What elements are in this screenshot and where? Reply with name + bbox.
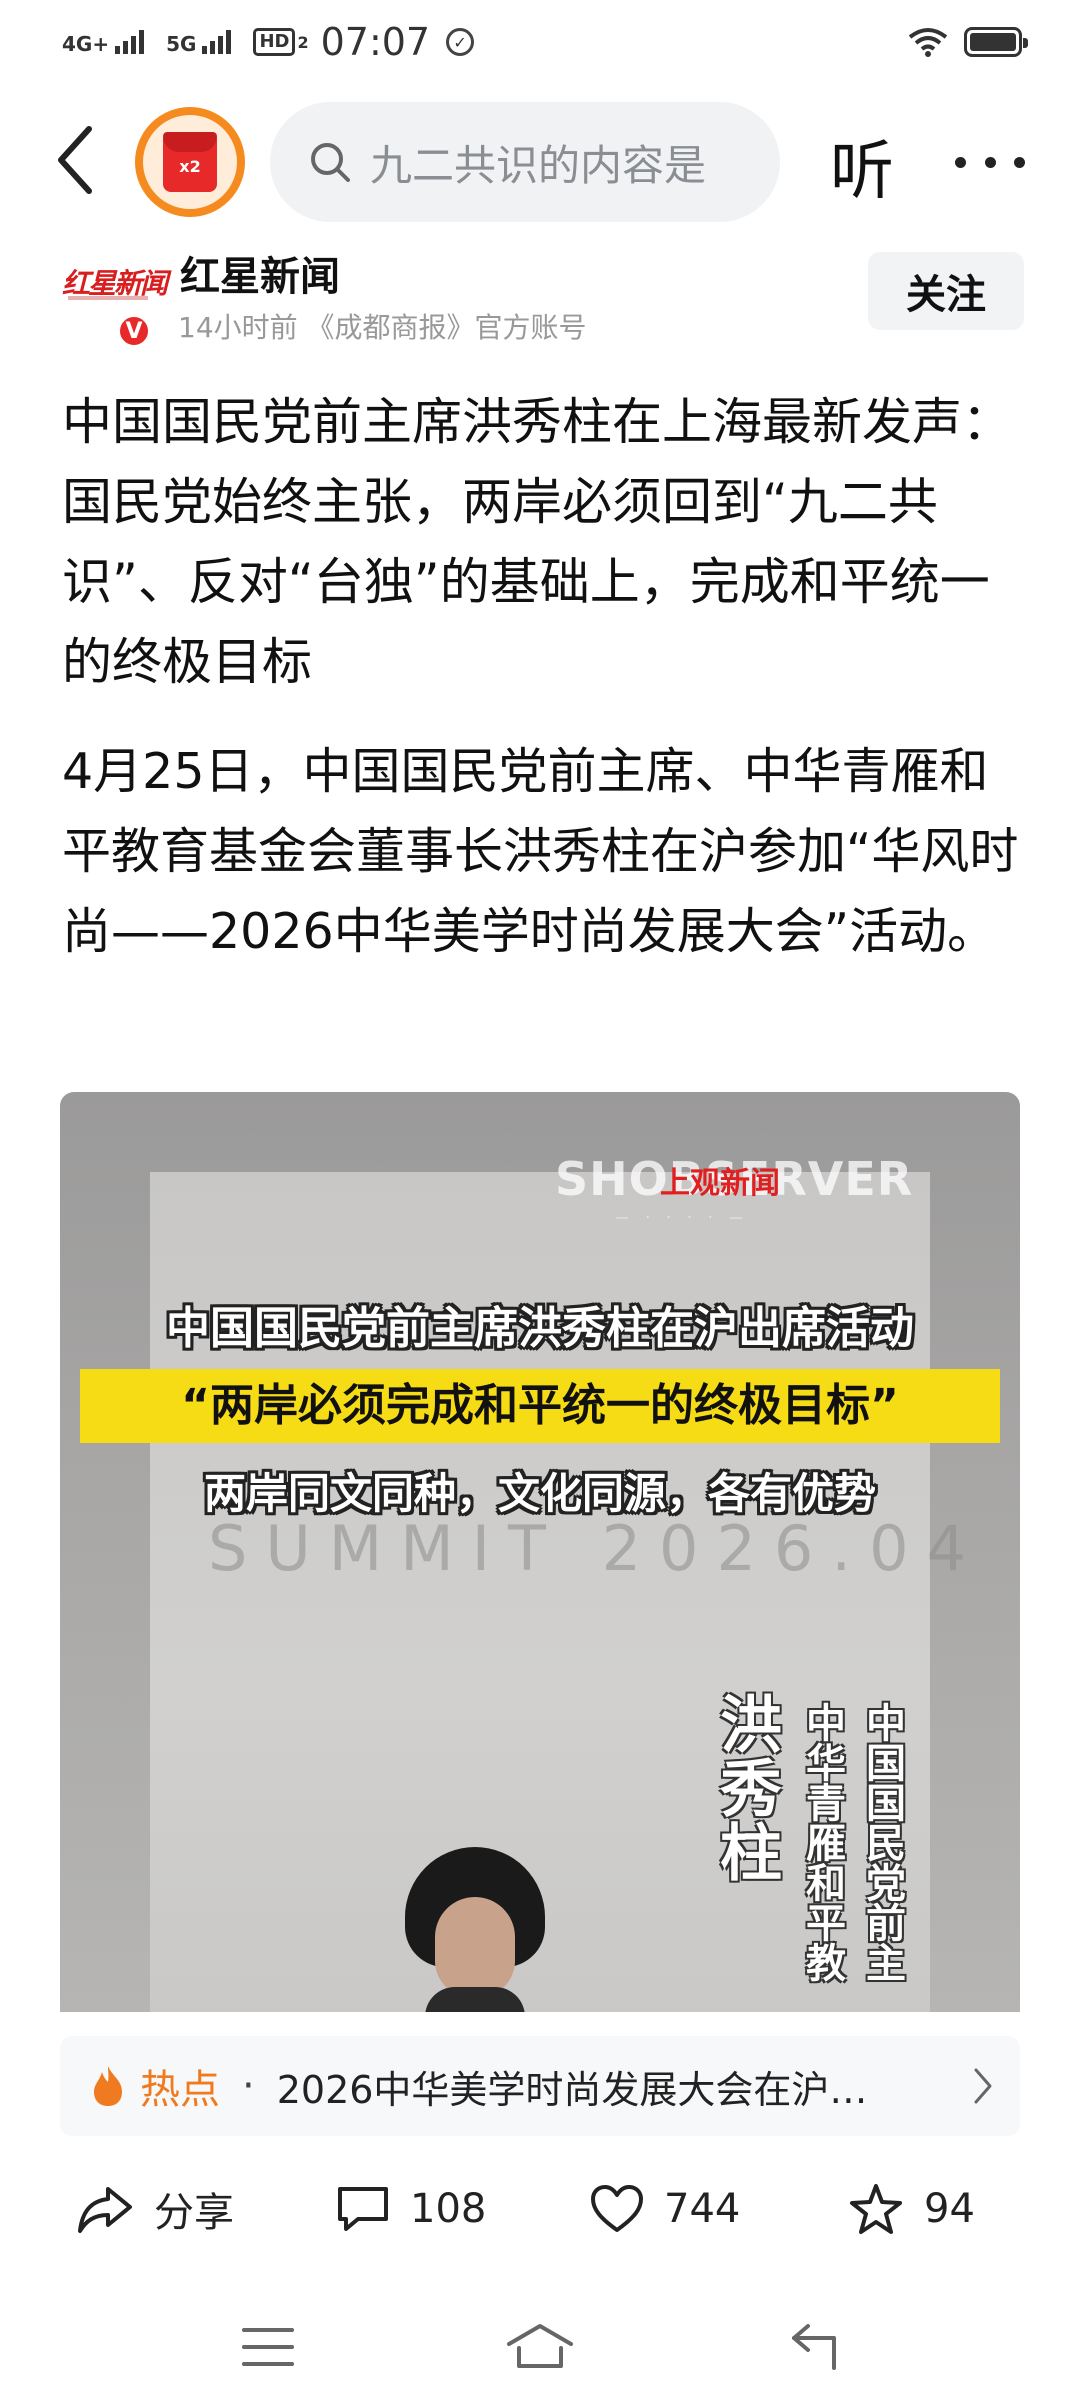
video-name-caption: 洪秀柱 [709,1692,782,1884]
action-bar: 分享 108 744 94 [0,2164,1080,2254]
author-name[interactable]: 红星新闻 [180,244,340,302]
search-icon [311,143,350,182]
verified-badge-icon: V [117,314,151,348]
more-options-button[interactable] [955,132,1025,192]
favorite-button[interactable]: 94 [848,2164,975,2254]
article-headline: 中国国民党前主席洪秀柱在上海最新发声：国民党始终主张，两岸必须回到“九二共识”、… [62,393,1012,691]
back-nav-icon[interactable] [790,2322,850,2372]
signal-bars-icon [202,30,232,54]
author-row: 红星新闻 V 红星新闻 14小时前 《成都商报》官方账号 关注 [62,240,1024,350]
more-dots-icon [1014,156,1025,168]
like-count: 744 [664,2186,741,2232]
hot-topic-label: 热点 [140,2067,220,2113]
network-4g-label: 4G+ [62,32,110,56]
video-caption-highlight: “两岸必须完成和平统一的终极目标” [80,1369,1000,1443]
red-packet-reward-button[interactable]: x2 [135,107,245,217]
hot-topic-text: 2026中华美学时尚发展大会在沪… [276,2067,868,2112]
chevron-right-icon [974,2068,992,2104]
share-button[interactable]: 分享 [76,2164,234,2254]
search-placeholder: 九二共识的内容是 [370,140,707,190]
video-watermark-rule: — · · · · — [615,1210,750,1226]
share-icon [78,2187,132,2233]
video-source-label: 上观新闻 [660,1166,780,1201]
more-dots-icon [984,156,996,168]
like-button[interactable]: 744 [590,2164,740,2254]
hot-topic-separator: · [242,2063,255,2109]
hot-topic-bar[interactable]: 热点 · 2026中华美学时尚发展大会在沪… [60,2036,1020,2136]
menu-icon[interactable] [240,2322,296,2372]
video-player[interactable]: SHOBSERVER — · · · · — 上观新闻 中国国民党前主席洪秀柱在… [60,1092,1020,2012]
search-input[interactable]: 九二共识的内容是 [270,102,780,222]
network-4g-indicator: 4G+ [62,30,145,56]
listen-button[interactable]: 听 [830,120,894,212]
star-icon [850,2184,902,2234]
author-avatar[interactable]: 红星新闻 V [62,248,168,348]
author-meta: 14小时前 《成都商报》官方账号 [178,311,587,344]
comment-icon [338,2187,388,2231]
reward-multiplier: x2 [179,156,201,176]
battery-icon [964,27,1028,57]
network-5g-indicator: 5G [166,30,232,56]
hd-sub-label: 2 [297,32,309,52]
more-dots-icon [955,156,966,168]
video-backdrop-text: SUMMIT 2026.04 [208,1512,984,1585]
hd-voice-icon: HD [253,28,296,56]
chevron-left-icon [58,126,92,194]
back-button[interactable] [40,120,110,200]
video-caption-title: 中国国民党前主席洪秀柱在沪出席活动 [166,1303,914,1354]
author-logo-underline [68,296,148,300]
status-bar: 4G+ 5G HD 2 07:07 ✓ [0,0,1080,84]
article-body: 4月25日，中国国民党前主席、中华青雁和平教育基金会董事长洪秀柱在沪参加“华风时… [62,743,1019,960]
comment-count: 108 [410,2186,487,2232]
video-org-caption-2: 中国国民党前主 [859,1702,905,1982]
video-speaker-figure [405,1847,545,2012]
network-5g-label: 5G [166,32,197,56]
top-navigation: x2 九二共识的内容是 听 [0,92,1080,232]
share-label: 分享 [154,2190,234,2236]
red-envelope-icon: x2 [163,132,217,192]
heart-icon [591,2185,643,2232]
wifi-icon [908,28,948,57]
signal-bars-icon [115,30,145,54]
flame-icon [94,2066,122,2106]
home-icon[interactable] [505,2322,575,2372]
favorite-count: 94 [924,2186,975,2232]
follow-button[interactable]: 关注 [868,252,1024,330]
system-navigation-bar [0,2300,1080,2408]
status-time: 07:07 [320,20,431,64]
video-org-caption-1: 中华青雁和平教 [799,1702,845,1982]
sync-status-icon: ✓ [446,28,475,56]
comment-button[interactable]: 108 [336,2164,486,2254]
